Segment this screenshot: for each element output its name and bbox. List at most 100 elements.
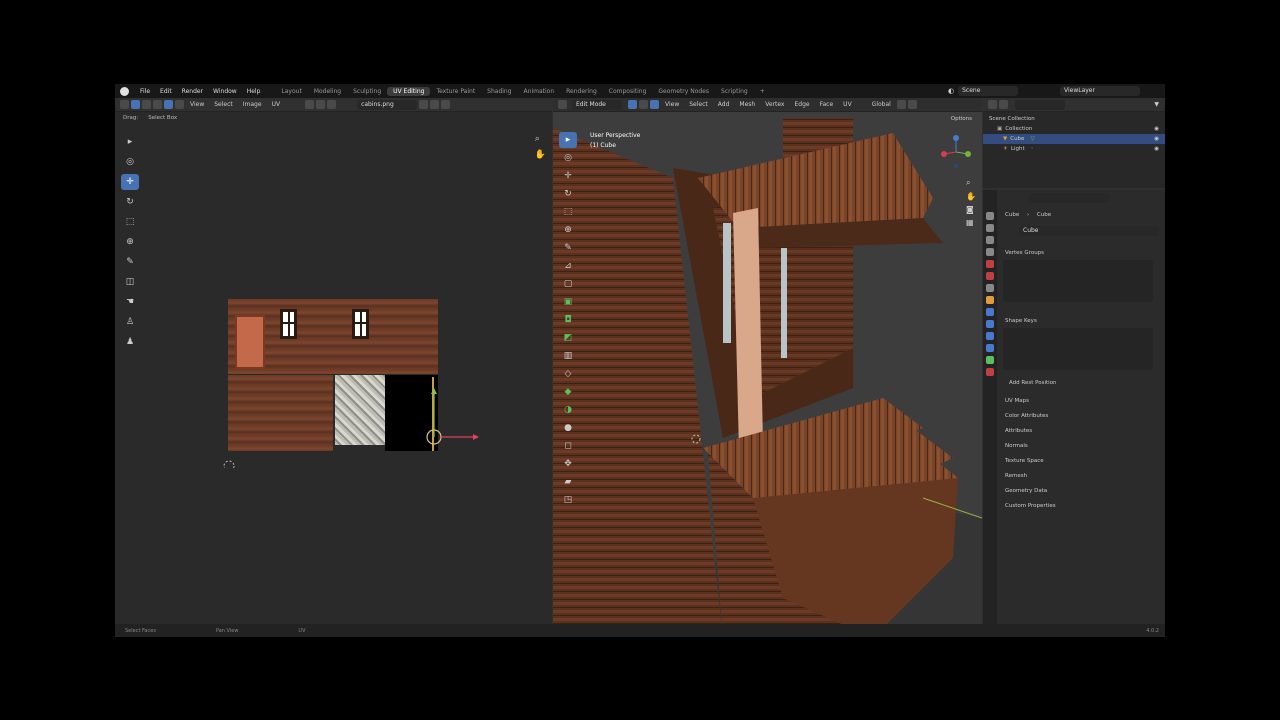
mesh-menu[interactable]: Mesh <box>734 101 760 108</box>
grab-tool-icon[interactable]: ☚ <box>121 294 139 310</box>
vertex-groups-header[interactable]: Vertex Groups <box>1005 250 1044 256</box>
rotate-tool-icon[interactable]: ↻ <box>121 194 139 210</box>
scene-field[interactable]: Scene <box>958 86 1019 96</box>
view-layer-tab-icon[interactable] <box>986 248 994 256</box>
transform-gizmo[interactable] <box>215 368 505 468</box>
vp-annotate-tool-icon[interactable]: ✎ <box>559 240 577 256</box>
view-layer-field[interactable]: ViewLayer <box>1060 86 1140 96</box>
image-browse-icon[interactable] <box>419 100 429 109</box>
menu-render[interactable]: Render <box>177 88 208 95</box>
face-select-icon[interactable] <box>164 100 173 109</box>
properties-search-field[interactable] <box>1029 193 1109 203</box>
move-tool-icon[interactable]: ✛ <box>121 174 139 190</box>
vertex-groups-list[interactable] <box>1003 260 1153 302</box>
outliner-type-icon[interactable] <box>988 100 997 109</box>
pan-icon[interactable]: ✋ <box>535 150 546 160</box>
vp-edge-slide-tool-icon[interactable]: ◻ <box>559 438 577 454</box>
modifier-tab-icon[interactable] <box>986 308 994 316</box>
tab-sculpting[interactable]: Sculpting <box>347 87 387 96</box>
vp-zoom-icon[interactable]: ⌕ <box>966 178 976 188</box>
select-menu[interactable]: Select <box>684 101 713 108</box>
light-visibility-icon[interactable]: ◉ <box>1154 146 1159 152</box>
vertex-mode-icon[interactable] <box>628 100 637 109</box>
proportional-edit-icon[interactable] <box>907 100 917 109</box>
physics-tab-icon[interactable] <box>986 332 994 340</box>
island-select-icon[interactable] <box>175 100 184 109</box>
transform-orientation-dropdown[interactable]: Global <box>867 101 896 108</box>
editor-type-icon[interactable] <box>120 100 129 109</box>
vp-polybuild-tool-icon[interactable]: ◆ <box>559 384 577 400</box>
tab-uv-editing[interactable]: UV Editing <box>387 86 431 96</box>
proportional-icon[interactable] <box>327 100 337 109</box>
menu-edit[interactable]: Edit <box>155 88 177 95</box>
menu-file[interactable]: File <box>135 88 155 95</box>
transform-tool-icon[interactable]: ⊕ <box>121 234 139 250</box>
zoom-icon[interactable]: ⌕ <box>535 134 546 144</box>
color-attributes-header[interactable]: Color Attributes <box>1005 413 1048 419</box>
image-name-field[interactable]: cabins.png <box>357 99 418 110</box>
texture-space-header[interactable]: Texture Space <box>1005 458 1044 464</box>
add-menu[interactable]: Add <box>713 101 735 108</box>
vp-measure-tool-icon[interactable]: ⊿ <box>559 258 577 274</box>
annotate-tool-icon[interactable]: ✎ <box>121 254 139 270</box>
vp-smooth-tool-icon[interactable]: ● <box>559 420 577 436</box>
vp-shear-tool-icon[interactable]: ▰ <box>559 474 577 490</box>
scene-tab-icon[interactable] <box>986 260 994 268</box>
vp-spin-tool-icon[interactable]: ◑ <box>559 402 577 418</box>
image-new-icon[interactable] <box>430 100 440 109</box>
tab-layout[interactable]: Layout <box>275 87 307 96</box>
visibility-eye-icon[interactable]: ◉ <box>1154 126 1159 132</box>
geometry-data-header[interactable]: Geometry Data <box>1005 488 1047 494</box>
vp-add-cube-tool-icon[interactable]: ▢ <box>559 276 577 292</box>
cursor-tool-icon[interactable]: ◎ <box>121 154 139 170</box>
view-menu[interactable]: View <box>660 101 684 108</box>
select-tool-icon[interactable]: ▸ <box>121 134 139 150</box>
viewport-editor-type-icon[interactable] <box>558 100 567 109</box>
options-dropdown[interactable]: Options <box>951 116 972 122</box>
vp-cursor-tool-icon[interactable]: ◎ <box>559 150 577 166</box>
outliner-row-light[interactable]: ☀ Light ◦ ◉ <box>983 144 1165 154</box>
relax-tool-icon[interactable]: ♙ <box>121 314 139 330</box>
vp-bevel-tool-icon[interactable]: ◩ <box>559 330 577 346</box>
tab-scripting[interactable]: Scripting <box>715 87 754 96</box>
mesh-data-tab-icon[interactable] <box>986 356 994 364</box>
edge-select-icon[interactable] <box>153 100 162 109</box>
rip-tool-icon[interactable]: ◫ <box>121 274 139 290</box>
collection-tab-icon[interactable] <box>986 284 994 292</box>
shape-keys-list[interactable] <box>1003 328 1153 370</box>
snap-toggle-icon[interactable] <box>896 100 906 109</box>
normals-header[interactable]: Normals <box>1005 443 1028 449</box>
vp-rotate-tool-icon[interactable]: ↻ <box>559 186 577 202</box>
menu-help[interactable]: Help <box>242 88 266 95</box>
vp-shrink-tool-icon[interactable]: ✥ <box>559 456 577 472</box>
vp-transform-tool-icon[interactable]: ⊕ <box>559 222 577 238</box>
tab-shading[interactable]: Shading <box>481 87 517 96</box>
remesh-header[interactable]: Remesh <box>1005 473 1027 479</box>
uv-menu-image[interactable]: Image <box>238 101 267 108</box>
sync-selection-icon[interactable] <box>131 100 140 109</box>
uv-menu[interactable]: UV <box>838 101 857 108</box>
outliner-row-cube[interactable]: ▼ Cube ▽ ◉ <box>983 134 1165 144</box>
tab-rendering[interactable]: Rendering <box>560 87 603 96</box>
vp-extrude-tool-icon[interactable]: ▣ <box>559 294 577 310</box>
vertex-menu[interactable]: Vertex <box>760 101 789 108</box>
edge-mode-icon[interactable] <box>639 100 648 109</box>
face-menu[interactable]: Face <box>815 101 839 108</box>
output-tab-icon[interactable] <box>986 236 994 244</box>
outliner-search-field[interactable] <box>1015 99 1065 110</box>
tab-compositing[interactable]: Compositing <box>603 87 653 96</box>
vp-select-tool-icon[interactable]: ▸ <box>559 132 577 148</box>
outliner-row-collection[interactable]: ▣ Collection ◉ <box>983 124 1165 134</box>
uv-menu-uv[interactable]: UV <box>267 101 286 108</box>
select-box-dropdown[interactable]: Select Box <box>148 115 177 121</box>
face-mode-icon[interactable] <box>650 100 659 109</box>
ortho-toggle-icon[interactable]: ▦ <box>966 218 976 227</box>
shape-keys-header[interactable]: Shape Keys <box>1005 318 1037 324</box>
vertex-select-icon[interactable] <box>142 100 151 109</box>
tab-modeling[interactable]: Modeling <box>308 87 347 96</box>
outliner[interactable]: ▼ Scene Collection ▣ Collection ◉ ▼ Cube… <box>983 98 1165 188</box>
uv-menu-select[interactable]: Select <box>209 101 238 108</box>
snap-icon[interactable] <box>316 100 326 109</box>
camera-view-icon[interactable]: ◙ <box>966 205 976 214</box>
add-rest-position-checkbox[interactable]: Add Rest Position <box>1009 380 1057 386</box>
